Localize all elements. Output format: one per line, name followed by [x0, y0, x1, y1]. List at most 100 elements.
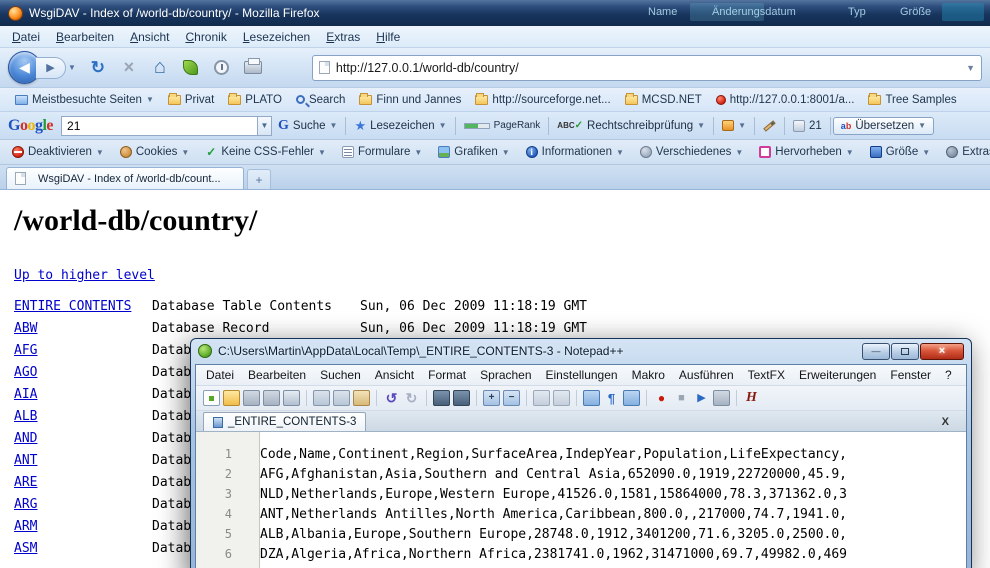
maximize-button[interactable]: [891, 343, 919, 360]
pagerank-indicator[interactable]: PageRank: [458, 118, 547, 133]
entry-link[interactable]: ALB: [14, 409, 152, 424]
firefox-titlebar[interactable]: WsgiDAV - Index of /world-db/country/ - …: [0, 0, 990, 26]
webdev-tools[interactable]: Extras▼: [940, 144, 990, 160]
menu-item[interactable]: Ansicht: [368, 366, 421, 384]
sidewiki-button[interactable]: ▼: [716, 118, 752, 133]
close-button[interactable]: ×: [920, 343, 964, 360]
bookmark-localhost[interactable]: http://127.0.0.1:8001/a...: [709, 92, 862, 108]
menu-item[interactable]: Ansicht: [122, 27, 177, 47]
entry-link[interactable]: ARE: [14, 475, 152, 490]
close-document-button[interactable]: X: [932, 416, 959, 428]
sync-scroll-horizontal-icon[interactable]: [553, 390, 570, 406]
menu-item[interactable]: Chronik: [177, 27, 234, 47]
sync-scroll-vertical-icon[interactable]: [533, 390, 550, 406]
google-search-button[interactable]: GSuche▼: [272, 116, 343, 136]
html-preview-icon[interactable]: H: [743, 390, 760, 406]
print-button[interactable]: [240, 55, 266, 81]
stop-macro-icon[interactable]: ■: [673, 390, 690, 406]
entry-link[interactable]: ABW: [14, 321, 152, 336]
indent-guide-icon[interactable]: [623, 390, 640, 406]
menu-item[interactable]: Makro: [625, 366, 672, 384]
webdev-disable[interactable]: Deaktivieren▼: [6, 144, 110, 160]
edit-button[interactable]: [757, 122, 782, 130]
menu-item[interactable]: ?: [938, 366, 959, 384]
google-bookmarks-button[interactable]: ★Lesezeichen▼: [348, 116, 452, 136]
webdev-information[interactable]: iInformationen▼: [520, 144, 630, 160]
highlight-count-button[interactable]: 21: [787, 118, 828, 134]
stop-button[interactable]: ×: [116, 55, 142, 81]
history-dropdown[interactable]: ▼: [66, 63, 80, 72]
bookmark-privat[interactable]: Privat: [161, 92, 221, 108]
minimize-button[interactable]: —: [862, 343, 890, 360]
replace-icon[interactable]: [453, 390, 470, 406]
tab-wsgidav[interactable]: WsgiDAV - Index of /world-db/count...: [6, 167, 244, 189]
play-macro-icon[interactable]: ▶: [693, 390, 710, 406]
menu-item[interactable]: Lesezeichen: [235, 27, 318, 47]
copy-icon[interactable]: [333, 390, 350, 406]
webdev-miscellaneous[interactable]: Verschiedenes▼: [634, 144, 749, 160]
location-bar[interactable]: http://127.0.0.1/world-db/country/ ▼: [312, 55, 982, 81]
menu-item[interactable]: Bearbeiten: [241, 366, 313, 384]
save-macro-icon[interactable]: [713, 390, 730, 406]
entry-link[interactable]: AGO: [14, 365, 152, 380]
redo-icon[interactable]: ↻: [403, 390, 420, 406]
new-tab-button[interactable]: +: [247, 169, 271, 189]
google-search-input[interactable]: [61, 116, 257, 136]
history-button[interactable]: [209, 55, 235, 81]
bookmark-tree-samples[interactable]: Tree Samples: [861, 92, 963, 108]
entry-link[interactable]: ARG: [14, 497, 152, 512]
forward-button[interactable]: ▶: [36, 57, 66, 79]
menu-item[interactable]: Sprachen: [473, 366, 538, 384]
up-to-higher-level-link[interactable]: Up to higher level: [14, 268, 155, 283]
entry-link[interactable]: ASM: [14, 541, 152, 556]
addon-button[interactable]: [178, 55, 204, 81]
webdev-cookies[interactable]: Cookies▼: [114, 144, 195, 160]
menu-item[interactable]: Erweiterungen: [792, 366, 883, 384]
menu-item[interactable]: Fenster: [883, 366, 938, 384]
open-file-icon[interactable]: [223, 390, 240, 406]
notepadpp-titlebar[interactable]: C:\Users\Martin\AppData\Local\Temp\_ENTI…: [191, 339, 971, 363]
home-button[interactable]: ⌂: [147, 55, 173, 81]
bookmark-most-visited[interactable]: Meistbesuchte Seiten▼: [8, 92, 161, 108]
entry-link[interactable]: ENTIRE CONTENTS: [14, 299, 152, 314]
notepadpp-window[interactable]: C:\Users\Martin\AppData\Local\Temp\_ENTI…: [190, 338, 972, 568]
search-dropdown[interactable]: ▼: [257, 116, 272, 136]
entry-link[interactable]: ANT: [14, 453, 152, 468]
entry-link[interactable]: ARM: [14, 519, 152, 534]
webdev-forms[interactable]: Formulare▼: [336, 144, 428, 160]
webdev-images[interactable]: Grafiken▼: [432, 144, 515, 160]
paste-icon[interactable]: [353, 390, 370, 406]
translate-button[interactable]: abÜbersetzen▼: [833, 117, 934, 135]
menu-item[interactable]: Einstellungen: [539, 366, 625, 384]
line-text[interactable]: ALB,Albania,Europe,Southern Europe,28748…: [246, 527, 847, 542]
line-text[interactable]: Code,Name,Continent,Region,SurfaceArea,I…: [246, 447, 847, 462]
webdev-resize[interactable]: Größe▼: [864, 144, 937, 160]
zoom-out-icon[interactable]: −: [503, 390, 520, 406]
line-text[interactable]: NLD,Netherlands,Europe,Western Europe,41…: [246, 487, 847, 502]
menu-item[interactable]: Extras: [318, 27, 368, 47]
document-tab[interactable]: _ENTIRE_CONTENTS-3: [203, 412, 366, 431]
menu-item[interactable]: Format: [421, 366, 473, 384]
bookmark-finn-und-jannes[interactable]: Finn und Jannes: [352, 92, 468, 108]
line-text[interactable]: ANT,Netherlands Antilles,North America,C…: [246, 507, 847, 522]
entry-link[interactable]: AIA: [14, 387, 152, 402]
print-icon[interactable]: [283, 390, 300, 406]
menu-item[interactable]: Bearbeiten: [48, 27, 122, 47]
menu-item[interactable]: Suchen: [313, 366, 368, 384]
menu-item[interactable]: TextFX: [741, 366, 792, 384]
save-icon[interactable]: [243, 390, 260, 406]
bookmark-mcsd[interactable]: MCSD.NET: [618, 92, 709, 108]
menu-item[interactable]: Hilfe: [368, 27, 408, 47]
new-file-icon[interactable]: [203, 390, 220, 406]
editor-area[interactable]: 1 Code,Name,Continent,Region,SurfaceArea…: [196, 432, 966, 568]
webdev-outline[interactable]: Hervorheben▼: [753, 144, 859, 160]
line-text[interactable]: DZA,Algeria,Africa,Northern Africa,23817…: [246, 547, 847, 562]
menu-item[interactable]: Datei: [4, 27, 48, 47]
spellcheck-button[interactable]: ABC✓Rechtschreibprüfung▼: [551, 118, 711, 134]
reload-button[interactable]: ↻: [85, 55, 111, 81]
save-all-icon[interactable]: [263, 390, 280, 406]
zoom-in-icon[interactable]: +: [483, 390, 500, 406]
urlbar-dropdown-icon[interactable]: ▼: [966, 63, 975, 73]
find-icon[interactable]: [433, 390, 450, 406]
line-text[interactable]: AFG,Afghanistan,Asia,Southern and Centra…: [246, 467, 847, 482]
